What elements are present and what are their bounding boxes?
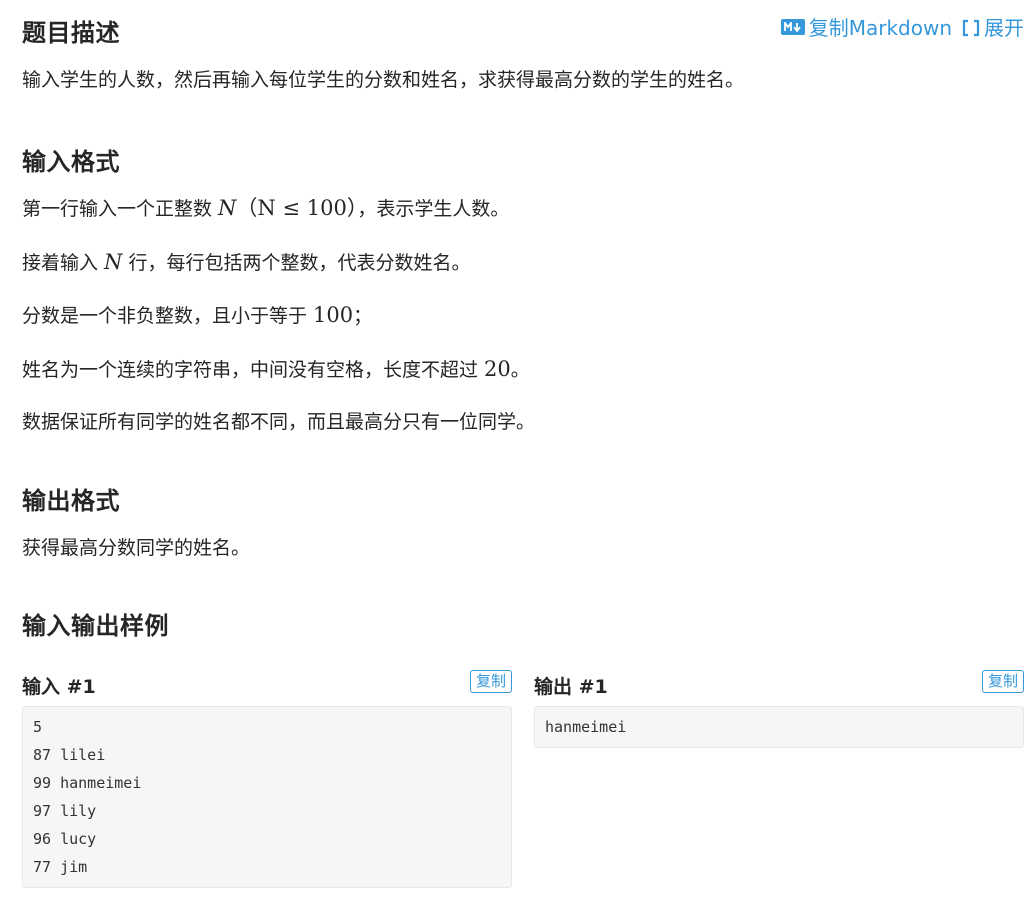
sample-output-box[interactable]: hanmeimei xyxy=(534,706,1024,748)
sample-output-title: 输出 #1 xyxy=(534,676,608,698)
output-format-text: 获得最高分数同学的姓名。 xyxy=(22,537,251,559)
math-number: 100 xyxy=(313,303,354,327)
sample-input-column: 输入 #1 复制 5 87 lilei 99 hanmeimei 97 lily… xyxy=(22,668,512,888)
text-segment: 接着输入 xyxy=(22,252,105,274)
input-format-line-2: 接着输入 N 行，每行包括两个整数，代表分数姓名。 xyxy=(22,248,470,277)
header-actions: 复制Markdown 展开 xyxy=(780,12,1024,41)
description-title: 题目描述 xyxy=(22,19,120,47)
math-var-n: N xyxy=(104,250,123,274)
sample-input-title: 输入 #1 xyxy=(22,676,96,698)
code-line: 5 xyxy=(33,718,43,736)
description-header: 题目描述 复制Markdown 展开 xyxy=(22,0,1024,58)
input-format-title: 输入格式 xyxy=(22,148,120,176)
code-line: 99 hanmeimei xyxy=(33,774,142,792)
expand-label: 展开 xyxy=(984,16,1024,40)
text-segment: 第一行输入一个正整数 xyxy=(22,198,219,220)
problem-statement: 题目描述 复制Markdown 展开 输入学生的人数，然后再输入每位学生的分数和… xyxy=(22,0,1024,640)
text-segment: 。 xyxy=(510,359,530,381)
expand-icon xyxy=(962,18,980,36)
sample-input-box[interactable]: 5 87 lilei 99 hanmeimei 97 lily 96 lucy … xyxy=(22,706,512,888)
copy-output-button[interactable]: 复制 xyxy=(981,670,1024,693)
text-segment: 分数是一个非负整数，且小于等于 xyxy=(22,305,314,327)
input-format-line-5: 数据保证所有同学的姓名都不同，而且最高分只有一位同学。 xyxy=(22,411,536,433)
description-text: 输入学生的人数，然后再输入每位学生的分数和姓名，求获得最高分数的学生的姓名。 xyxy=(22,69,745,91)
expand-button[interactable]: 展开 xyxy=(962,12,1024,41)
text-segment: ； xyxy=(353,305,373,327)
samples-title: 输入输出样例 xyxy=(22,612,169,640)
code-line: 97 lily xyxy=(33,802,97,820)
text-segment: 行，每行包括两个整数，代表分数姓名。 xyxy=(122,252,471,274)
text-segment: 姓名为一个连续的字符串，中间没有空格，长度不超过 xyxy=(22,359,485,381)
code-line: 96 lucy xyxy=(33,830,97,848)
math-number: 20 xyxy=(484,357,511,381)
math-var-n: N xyxy=(218,196,237,220)
math-var: N xyxy=(104,250,122,274)
copy-markdown-button[interactable]: 复制Markdown xyxy=(780,12,952,41)
code-line: 87 lilei xyxy=(33,746,106,764)
samples-section: 输入 #1 复制 5 87 lilei 99 hanmeimei 97 lily… xyxy=(22,668,1024,888)
math-constraint: （N ≤ 100） xyxy=(236,196,358,220)
output-format-title: 输出格式 xyxy=(22,487,120,515)
copy-input-button[interactable]: 复制 xyxy=(469,670,512,693)
markdown-icon xyxy=(780,18,805,35)
sample-output-column: 输出 #1 复制 hanmeimei xyxy=(534,668,1024,888)
sample-output-header: 输出 #1 复制 xyxy=(534,668,1024,706)
sample-input-header: 输入 #1 复制 xyxy=(22,668,512,706)
input-format-line-4: 姓名为一个连续的字符串，中间没有空格，长度不超过 20。 xyxy=(22,355,530,384)
input-format-line-1: 第一行输入一个正整数 N（N ≤ 100），表示学生人数。 xyxy=(22,194,509,223)
code-line: hanmeimei xyxy=(545,718,627,736)
code-line: 77 jim xyxy=(33,858,88,876)
copy-markdown-label: 复制Markdown xyxy=(808,16,952,40)
math-var: N xyxy=(218,196,236,220)
input-format-line-3: 分数是一个非负整数，且小于等于 100； xyxy=(22,301,372,330)
text-segment: ，表示学生人数。 xyxy=(357,198,510,220)
